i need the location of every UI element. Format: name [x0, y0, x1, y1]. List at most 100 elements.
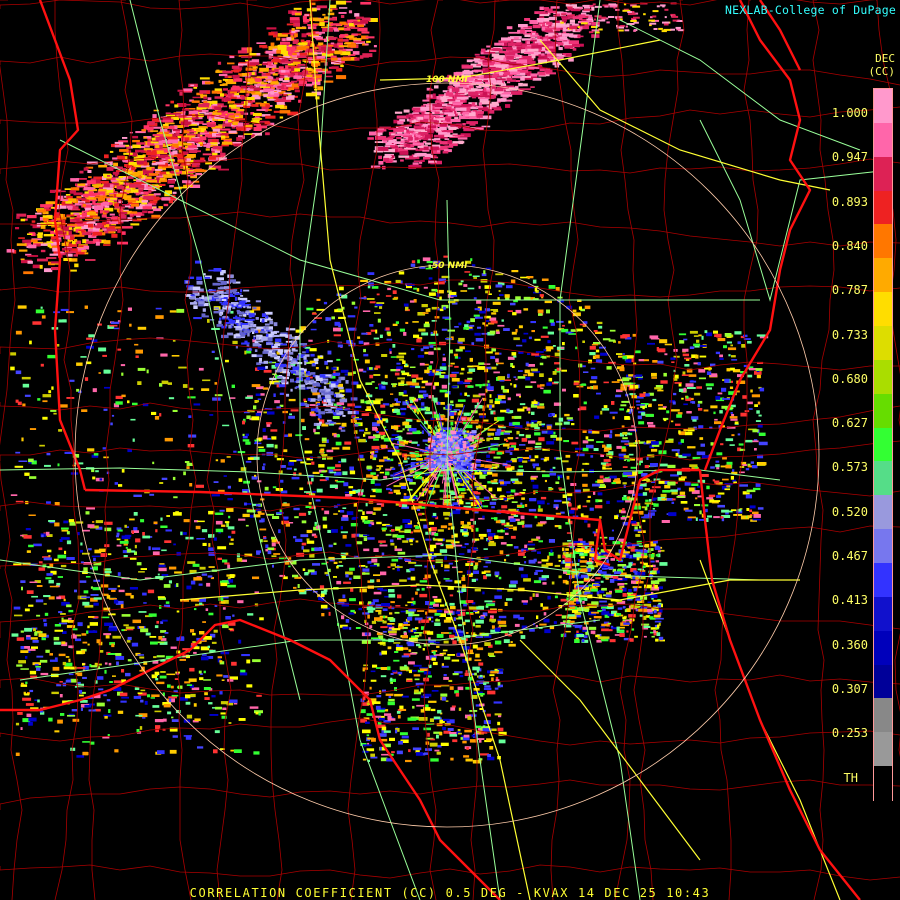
- radar-return-bin: [371, 558, 378, 563]
- radar-return-bin: [262, 387, 269, 390]
- radar-return-bin: [215, 520, 223, 525]
- radar-return-bin: [437, 538, 443, 542]
- radar-return-bin: [684, 357, 692, 360]
- radar-return-bin: [61, 527, 69, 530]
- radar-return-bin: [611, 529, 614, 532]
- radar-return-bin: [486, 386, 494, 391]
- radar-return-bin: [368, 523, 372, 527]
- radar-return-bin: [460, 492, 467, 494]
- radar-return-bin: [642, 519, 646, 523]
- radar-return-bin: [492, 466, 498, 469]
- radar-return-bin: [497, 297, 500, 300]
- radar-return-bin: [44, 464, 51, 467]
- radar-return-bin: [469, 606, 477, 610]
- radar-return-bin: [202, 621, 206, 623]
- radar-return-bin: [539, 362, 544, 366]
- radar-return-bin: [555, 614, 562, 616]
- radar-return-bin: [53, 636, 60, 641]
- radar-return-bin: [345, 619, 350, 623]
- radar-return-bin: [436, 633, 444, 638]
- radar-return-bin: [26, 713, 32, 717]
- radar-return-bin: [347, 315, 356, 318]
- radar-return-bin: [644, 584, 652, 589]
- radar-return-bin: [402, 421, 410, 426]
- radar-return-bin: [629, 444, 637, 447]
- radar-return-bin: [82, 663, 85, 666]
- radar-return-bin: [426, 631, 434, 635]
- radar-return-bin: [452, 510, 461, 515]
- radar-return-bin: [489, 655, 496, 657]
- radar-return-bin: [510, 302, 516, 306]
- radar-return-bin: [329, 471, 337, 474]
- radar-return-bin: [190, 693, 196, 698]
- radar-return-bin: [121, 394, 126, 398]
- radar-return-bin: [565, 563, 570, 567]
- radar-return-bin: [513, 355, 517, 358]
- radar-return-bin: [431, 442, 436, 446]
- radar-return-bin: [151, 547, 161, 550]
- radar-return-bin: [381, 603, 390, 607]
- radar-return-bin: [10, 366, 15, 371]
- radar-return-bin: [582, 447, 589, 452]
- radar-return-bin: [408, 561, 417, 564]
- radar-return-bin: [554, 352, 561, 357]
- radar-return-bin: [548, 377, 553, 382]
- radar-return-bin: [491, 506, 495, 509]
- radar-return-bin: [488, 487, 493, 492]
- radar-return-bin: [238, 518, 246, 521]
- radar-return-bin: [540, 603, 543, 607]
- radar-return-bin: [454, 533, 458, 538]
- radar-return-bin: [82, 676, 87, 679]
- radar-return-bin: [183, 735, 192, 737]
- radar-return-bin: [389, 351, 392, 354]
- radar-return-bin: [229, 574, 235, 578]
- radar-return-bin: [729, 416, 738, 419]
- radar-return-bin: [434, 622, 441, 626]
- radar-return-bin: [505, 450, 511, 453]
- radar-return-bin: [374, 483, 381, 486]
- radar-return-bin: [391, 529, 395, 532]
- radar-return-bin: [483, 363, 491, 365]
- radar-return-bin: [349, 470, 356, 475]
- radar-return-bin: [276, 458, 284, 461]
- radar-return-bin: [540, 458, 545, 460]
- radar-return-bin: [442, 649, 448, 652]
- radar-return-bin: [169, 566, 177, 570]
- radar-return-bin: [482, 397, 487, 401]
- radar-return-bin: [303, 549, 310, 553]
- radar-return-bin: [256, 694, 262, 697]
- radar-return-bin: [409, 539, 413, 543]
- radar-return-bin: [48, 520, 56, 523]
- radar-return-bin: [508, 643, 516, 647]
- radar-return-bin: [475, 653, 480, 658]
- radar-return-bin: [472, 520, 476, 525]
- radar-return-bin: [372, 599, 379, 603]
- radar-return-bin: [387, 449, 395, 452]
- radar-return-bin: [27, 648, 36, 651]
- radar-return-bin: [115, 535, 119, 538]
- radar-return-bin: [168, 397, 175, 400]
- radar-return-bin: [464, 379, 472, 383]
- radar-return-bin: [390, 393, 394, 395]
- radar-return-bin: [428, 438, 431, 442]
- radar-return-bin: [643, 359, 649, 362]
- radar-return-bin: [395, 605, 401, 607]
- radar-return-bin: [727, 347, 737, 351]
- radar-return-bin: [620, 510, 626, 514]
- radar-return-bin: [398, 623, 403, 627]
- radar-return-bin: [304, 491, 311, 493]
- radar-return-bin: [530, 423, 539, 428]
- radar-return-bin: [515, 329, 518, 333]
- radar-return-bin: [423, 578, 428, 580]
- radar-return-bin: [324, 510, 330, 515]
- radar-return-bin: [120, 700, 127, 703]
- radar-return-bin: [52, 666, 60, 671]
- radar-return-bin: [482, 591, 485, 595]
- radar-return-bin: [279, 392, 284, 395]
- radar-return-bin: [608, 629, 613, 632]
- radar-return-bin: [449, 634, 455, 638]
- radar-return-bin: [700, 345, 707, 347]
- radar-return-bin: [340, 531, 348, 534]
- radar-return-bin: [165, 529, 172, 532]
- radar-return-bin: [474, 672, 477, 676]
